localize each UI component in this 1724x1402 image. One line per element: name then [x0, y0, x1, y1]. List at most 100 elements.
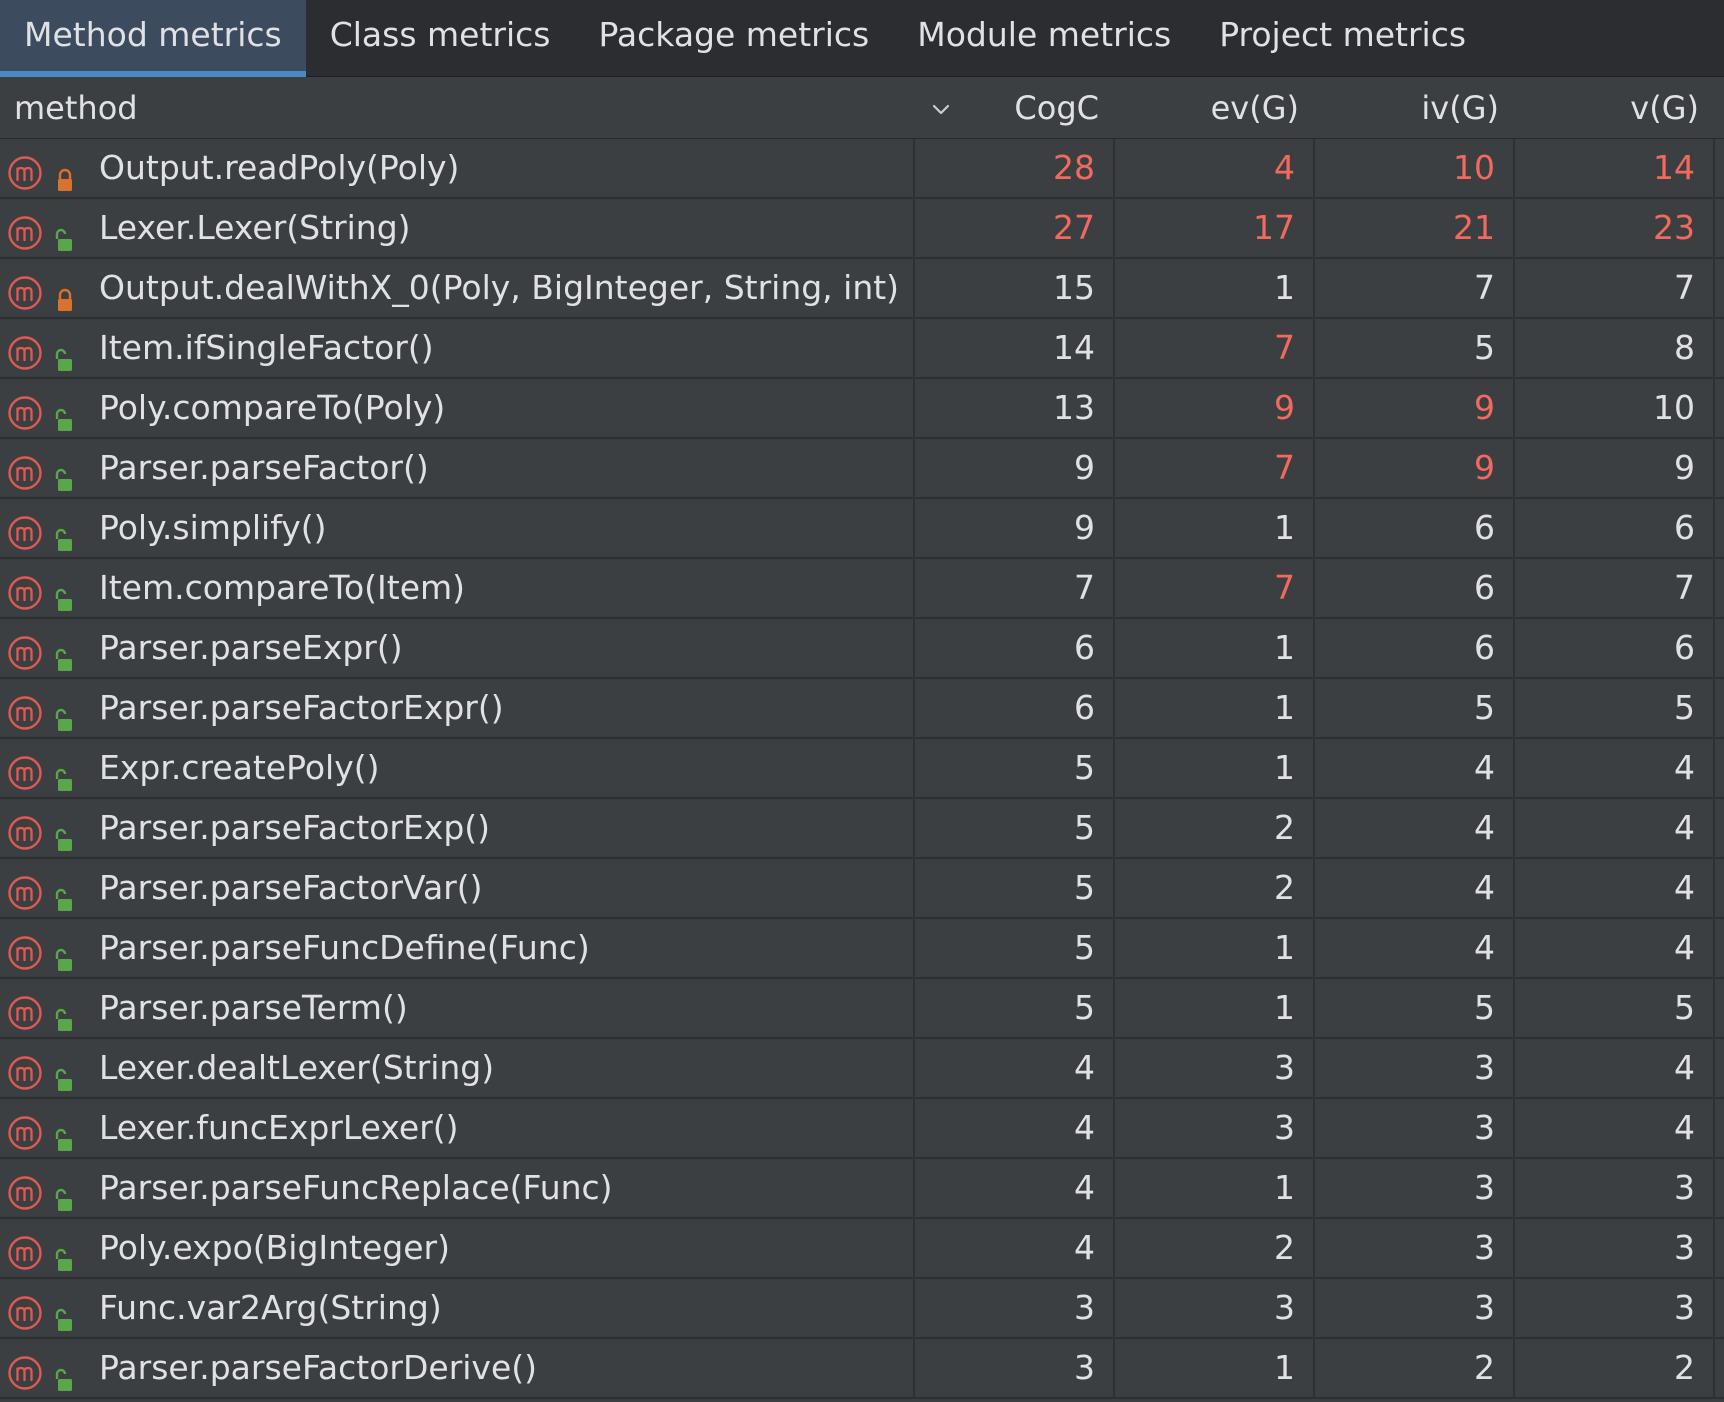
metric-cogc: 9	[915, 499, 1115, 557]
table-row[interactable]: Poly.expo(BigInteger) 4 2 3 3	[0, 1219, 1724, 1279]
table-row[interactable]: Parser.parseFactorDerive() 3 1 2 2	[0, 1339, 1724, 1399]
metric-cogc: 3	[915, 1339, 1115, 1397]
tab-module-metrics[interactable]: Module metrics	[893, 0, 1195, 77]
public-unlock-icon	[54, 574, 76, 611]
tab-method-metrics[interactable]: Method metrics	[0, 0, 306, 77]
method-icon	[7, 1231, 43, 1270]
metric-cogc: 5	[915, 979, 1115, 1037]
metric-ivg: 7	[1315, 259, 1515, 317]
metric-ivg: 4	[1315, 919, 1515, 977]
metric-evg: 1	[1115, 679, 1315, 737]
method-cell: Poly.compareTo(Poly)	[0, 379, 915, 437]
metric-evg: 1	[1115, 979, 1315, 1037]
table-row[interactable]: Item.ifSingleFactor() 14 7 5 8	[0, 319, 1724, 379]
metric-cogc: 27	[915, 199, 1115, 257]
metric-ivg: 4	[1315, 799, 1515, 857]
table-row[interactable]: Lexer.dealtLexer(String) 4 3 3 4	[0, 1039, 1724, 1099]
method-cell: Parser.parseFactorExp()	[0, 799, 915, 857]
method-name: Parser.parseFuncDefine(Func)	[99, 928, 590, 967]
metric-evg: 7	[1115, 319, 1315, 377]
public-unlock-icon	[54, 214, 76, 251]
table-row[interactable]: Lexer.Lexer(String) 27 17 21 23	[0, 199, 1724, 259]
metric-evg: 3	[1115, 1099, 1315, 1157]
metric-cogc: 9	[915, 439, 1115, 497]
table-row[interactable]: Output.readPoly(Poly) 28 4 10 14	[0, 139, 1724, 199]
table-row[interactable]: Lexer.funcExprLexer() 4 3 3 4	[0, 1099, 1724, 1159]
method-icon	[7, 271, 43, 310]
method-name: Parser.parseFactorVar()	[99, 868, 483, 907]
method-icon	[7, 871, 43, 910]
table-row[interactable]: Parser.parseExpr() 6 1 6 6	[0, 619, 1724, 679]
method-name: Parser.parseFactorExp()	[99, 808, 491, 847]
method-icon	[7, 511, 43, 550]
metric-vg: 4	[1515, 1039, 1715, 1097]
method-cell: Poly.expo(BigInteger)	[0, 1219, 915, 1277]
method-icon	[7, 391, 43, 430]
table-row[interactable]: Parser.parseFuncDefine(Func) 5 1 4 4	[0, 919, 1724, 979]
method-icon	[7, 1051, 43, 1090]
metric-ivg: 4	[1315, 739, 1515, 797]
tab-class-metrics[interactable]: Class metrics	[306, 0, 575, 77]
table-row[interactable]: Poly.compareTo(Poly) 13 9 9 10	[0, 379, 1724, 439]
metric-ivg: 3	[1315, 1219, 1515, 1277]
column-header-evg[interactable]: ev(G)	[1115, 77, 1315, 139]
metric-cogc: 4	[915, 1159, 1115, 1217]
metric-vg: 6	[1515, 619, 1715, 677]
tab-project-metrics[interactable]: Project metrics	[1195, 0, 1490, 77]
method-metrics-table: method CogC ev(G) iv(G) v(G) Output.read…	[0, 77, 1724, 1402]
metric-evg: 1	[1115, 919, 1315, 977]
table-row[interactable]: Parser.parseFactorVar() 5 2 4 4	[0, 859, 1724, 919]
metric-vg: 3	[1515, 1219, 1715, 1277]
public-unlock-icon	[54, 1054, 76, 1091]
table-row[interactable]: Expr.createPoly() 5 1 4 4	[0, 739, 1724, 799]
method-icon	[7, 991, 43, 1030]
table-header: method CogC ev(G) iv(G) v(G)	[0, 77, 1724, 139]
method-icon	[7, 1351, 43, 1390]
table-row[interactable]: Output.dealWithX_0(Poly, BigInteger, Str…	[0, 259, 1724, 319]
metric-cogc: 5	[915, 799, 1115, 857]
metric-evg: 2	[1115, 1219, 1315, 1277]
table-row[interactable]: Func.var2Arg(String) 3 3 3 3	[0, 1279, 1724, 1339]
column-header-ivg[interactable]: iv(G)	[1315, 77, 1515, 139]
table-row[interactable]: Parser.parseFactorExpr() 6 1 5 5	[0, 679, 1724, 739]
metric-ivg: 6	[1315, 499, 1515, 557]
method-cell: Lexer.funcExprLexer()	[0, 1099, 915, 1157]
method-name: Parser.parseFactor()	[99, 448, 429, 487]
metric-cogc: 6	[915, 619, 1115, 677]
public-unlock-icon	[54, 874, 76, 911]
table-row[interactable]: Parser.parseTerm() 5 1 5 5	[0, 979, 1724, 1039]
table-row[interactable]: Parser.parseFuncReplace(Func) 4 1 3 3	[0, 1159, 1724, 1219]
metric-vg: 5	[1515, 979, 1715, 1037]
metric-evg: 7	[1115, 559, 1315, 617]
column-header-method[interactable]: method	[0, 77, 915, 139]
method-name: Poly.expo(BigInteger)	[99, 1228, 450, 1267]
public-unlock-icon	[54, 814, 76, 851]
metric-vg: 7	[1515, 559, 1715, 617]
method-icon	[7, 151, 43, 190]
method-icon	[7, 931, 43, 970]
table-row[interactable]: Item.compareTo(Item) 7 7 6 7	[0, 559, 1724, 619]
method-icon	[7, 571, 43, 610]
metric-evg: 1	[1115, 1159, 1315, 1217]
method-icon	[7, 631, 43, 670]
table-row[interactable]: Poly.simplify() 9 1 6 6	[0, 499, 1724, 559]
method-icon	[7, 1111, 43, 1150]
method-icon	[7, 1171, 43, 1210]
metric-evg: 1	[1115, 499, 1315, 557]
metric-ivg: 3	[1315, 1039, 1515, 1097]
metric-cogc: 6	[915, 679, 1115, 737]
tab-package-metrics[interactable]: Package metrics	[575, 0, 894, 77]
public-unlock-icon	[54, 634, 76, 671]
method-name: Output.dealWithX_0(Poly, BigInteger, Str…	[99, 268, 900, 307]
column-header-vg[interactable]: v(G)	[1515, 77, 1715, 139]
table-row[interactable]: Parser.parseFactor() 9 7 9 9	[0, 439, 1724, 499]
public-unlock-icon	[54, 754, 76, 791]
method-icon	[7, 811, 43, 850]
column-header-cogc[interactable]: CogC	[915, 77, 1115, 139]
private-lock-icon	[54, 274, 76, 311]
method-icon	[7, 691, 43, 730]
public-unlock-icon	[54, 514, 76, 551]
metric-vg: 3	[1515, 1279, 1715, 1337]
metric-evg: 1	[1115, 739, 1315, 797]
table-row[interactable]: Parser.parseFactorExp() 5 2 4 4	[0, 799, 1724, 859]
